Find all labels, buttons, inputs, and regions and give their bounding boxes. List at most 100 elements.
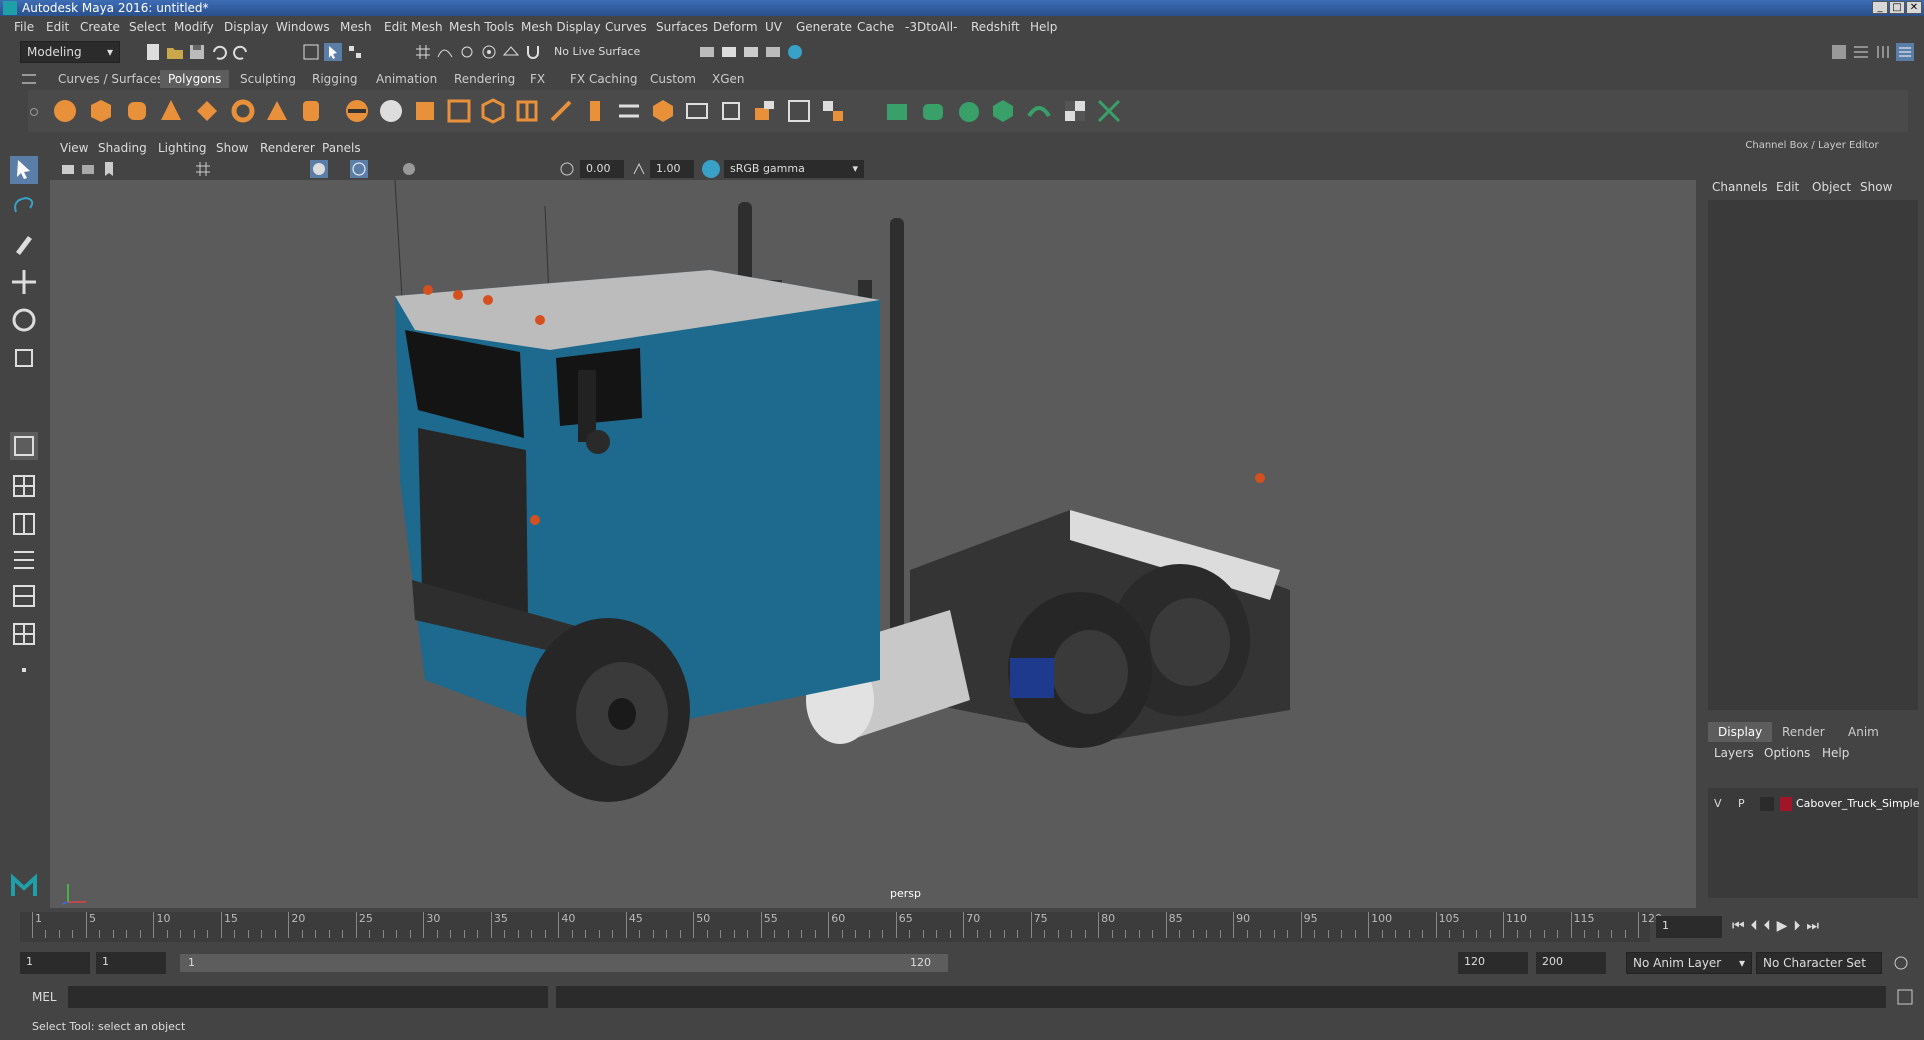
viewport-menu-show[interactable]: Show	[216, 141, 248, 155]
single-pane-layout-icon[interactable]	[10, 432, 38, 460]
mode-selector[interactable]: Modeling ▾	[20, 41, 120, 63]
rotate-tool-icon[interactable]	[10, 306, 38, 334]
scene-end-field[interactable]: 200	[1536, 952, 1606, 974]
menu-edit[interactable]: Edit	[46, 20, 69, 34]
layer-tab-anim[interactable]: Anim	[1838, 722, 1889, 742]
menu-uv[interactable]: UV	[765, 20, 782, 34]
target-weld-icon[interactable]	[582, 98, 608, 124]
viewport-menu-renderer[interactable]: Renderer	[260, 141, 315, 155]
select-by-object-icon[interactable]	[324, 43, 342, 61]
playback-controls[interactable]: ⏮⏴⏴▶⏵⏭	[1732, 918, 1825, 934]
menu-modify[interactable]: Modify	[174, 20, 214, 34]
poly-plane-icon[interactable]	[194, 98, 220, 124]
color-space-selector[interactable]: sRGB gamma ▾	[724, 160, 864, 178]
layer-tab-render[interactable]: Render	[1772, 722, 1835, 742]
channel-box-toggle-icon[interactable]	[1896, 43, 1914, 61]
viewport-panel[interactable]: persp	[50, 180, 1696, 908]
menu-mesh-tools[interactable]: Mesh Tools	[449, 20, 514, 34]
connect-icon[interactable]	[616, 98, 642, 124]
channel-menu-show[interactable]: Show	[1860, 180, 1892, 194]
combine-icon[interactable]	[344, 98, 370, 124]
extrude-icon[interactable]	[718, 98, 744, 124]
exposure-icon[interactable]	[558, 160, 576, 178]
new-scene-icon[interactable]	[144, 43, 162, 61]
bevel-icon[interactable]	[684, 98, 710, 124]
layer-menu-help[interactable]: Help	[1822, 746, 1849, 760]
shelf-tab-xgen[interactable]: XGen	[704, 70, 753, 88]
shelf-tab-fx-caching[interactable]: FX Caching	[562, 70, 645, 88]
poly-torus-icon[interactable]	[230, 98, 256, 124]
camera-attributes-icon[interactable]	[80, 160, 98, 178]
layer-visibility-toggle[interactable]: V	[1714, 797, 1722, 810]
snap-point-icon[interactable]	[458, 43, 476, 61]
smooth-shade-icon[interactable]	[310, 160, 328, 178]
script-editor-icon[interactable]	[1896, 988, 1914, 1006]
current-frame-field[interactable]: 1	[1656, 916, 1722, 938]
menu-generate[interactable]: Generate	[796, 20, 852, 34]
maya-home-icon[interactable]	[10, 872, 38, 900]
menu-deform[interactable]: Deform	[713, 20, 758, 34]
viewport-menu-panels[interactable]: Panels	[322, 141, 361, 155]
modeling-toolkit-icon[interactable]	[1830, 43, 1848, 61]
snap-view-icon[interactable]	[480, 43, 498, 61]
bookmark-icon[interactable]	[100, 160, 118, 178]
lasso-tool-icon[interactable]	[10, 192, 38, 220]
select-by-hierarchy-icon[interactable]	[302, 43, 320, 61]
channel-menu-channels[interactable]: Channels	[1712, 180, 1768, 194]
open-scene-icon[interactable]	[166, 43, 184, 61]
channel-list[interactable]	[1708, 200, 1918, 710]
outliner-layout-icon[interactable]	[10, 546, 38, 574]
menu-cache[interactable]: Cache	[857, 20, 894, 34]
viewport-menu-shading[interactable]: Shading	[98, 141, 147, 155]
gamma-field[interactable]: 1.00	[650, 160, 694, 178]
shelf-tab-curves-surfaces[interactable]: Curves / Surfaces	[50, 70, 171, 88]
menu-mesh-display[interactable]: Mesh Display	[521, 20, 601, 34]
append-icon[interactable]	[786, 98, 812, 124]
channel-menu-edit[interactable]: Edit	[1776, 180, 1799, 194]
uv-spherical-icon[interactable]	[956, 98, 982, 124]
snap-magnet-icon[interactable]	[524, 43, 542, 61]
viewport-menu-lighting[interactable]: Lighting	[158, 141, 207, 155]
uv-cylindrical-icon[interactable]	[920, 98, 946, 124]
uv-editor-icon[interactable]	[1096, 98, 1122, 124]
layer-tab-display[interactable]: Display	[1708, 722, 1773, 742]
separate-icon[interactable]	[378, 98, 404, 124]
menu-surfaces[interactable]: Surfaces	[656, 20, 708, 34]
tool-settings-icon[interactable]	[1874, 43, 1892, 61]
layer-type-toggle[interactable]	[1760, 797, 1774, 811]
extract-icon[interactable]	[412, 98, 438, 124]
render-view-icon[interactable]	[764, 43, 782, 61]
menu-help[interactable]: Help	[1030, 20, 1057, 34]
undo-icon[interactable]	[210, 43, 228, 61]
uv-planar-icon[interactable]	[884, 98, 910, 124]
shelf-tab-rendering[interactable]: Rendering	[446, 70, 523, 88]
four-pane-layout-icon[interactable]	[10, 472, 38, 500]
poly-cube-icon[interactable]	[88, 98, 114, 124]
hypershade-layout-icon[interactable]	[10, 620, 38, 648]
menu-curves[interactable]: Curves	[605, 20, 647, 34]
range-slider[interactable]: 1 120	[180, 954, 948, 972]
redo-icon[interactable]	[232, 43, 250, 61]
shelf-tab-animation[interactable]: Animation	[368, 70, 445, 88]
menu-create[interactable]: Create	[80, 20, 120, 34]
uv-checker-icon[interactable]	[1062, 98, 1088, 124]
color-management-icon[interactable]	[702, 160, 720, 178]
wedge-icon[interactable]	[820, 98, 846, 124]
scene-start-field[interactable]: 1	[20, 952, 90, 974]
playback-end-field[interactable]: 120	[1458, 952, 1528, 974]
smooth-icon[interactable]	[446, 98, 472, 124]
gamma-icon[interactable]	[630, 160, 648, 178]
shelf-tab-rigging[interactable]: Rigging	[304, 70, 365, 88]
shelf-tab-fx[interactable]: FX	[522, 70, 553, 88]
poly-cylinder-icon[interactable]	[124, 98, 150, 124]
auto-key-icon[interactable]	[1892, 954, 1910, 972]
multi-cut-icon[interactable]	[548, 98, 574, 124]
boolean-icon[interactable]	[480, 98, 506, 124]
menu-mesh[interactable]: Mesh	[340, 20, 372, 34]
live-surface-field[interactable]: No Live Surface	[554, 45, 640, 58]
anim-layer-selector[interactable]: No Anim Layer ▾	[1626, 952, 1752, 974]
save-scene-icon[interactable]	[188, 43, 206, 61]
menu-edit-mesh[interactable]: Edit Mesh	[384, 20, 443, 34]
layer-row[interactable]: V P Cabover_Truck_Simple	[1708, 794, 1920, 814]
render-settings-icon[interactable]	[698, 43, 716, 61]
